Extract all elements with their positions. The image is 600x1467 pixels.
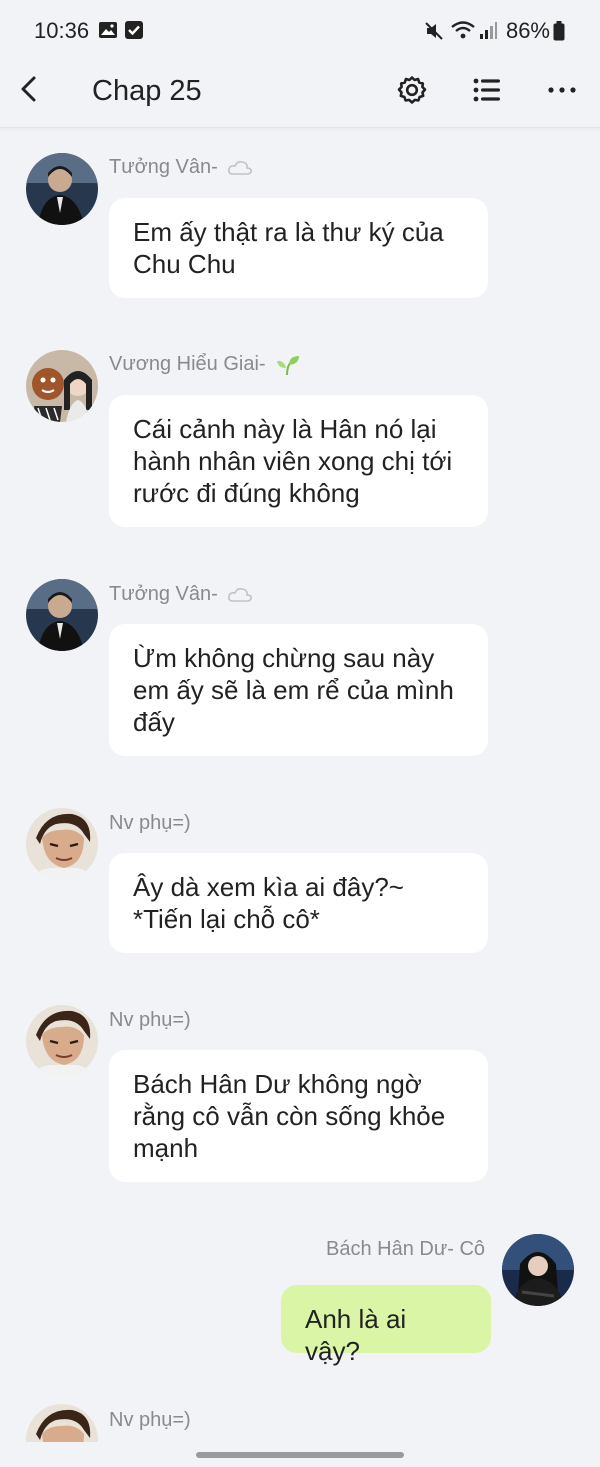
- message-line: em ấy sẽ là em rể của mình: [133, 675, 454, 705]
- sprout-icon: [277, 355, 300, 375]
- message-line: Bách Hân Dư không ngờ: [133, 1069, 422, 1099]
- message-bubble[interactable]: Em ấy thật ra là thư ký của Chu Chu: [109, 198, 488, 298]
- sender-name: Tưởng Vân-: [109, 583, 218, 605]
- check-box-icon: [125, 21, 143, 39]
- home-indicator[interactable]: [196, 1452, 404, 1458]
- message-bubble[interactable]: Bách Hân Dư không ngờ rằng cô vẫn còn số…: [109, 1050, 488, 1182]
- message-bubble[interactable]: Ừm không chừng sau này em ấy sẽ là em rể…: [109, 624, 488, 756]
- signal-icon: [480, 22, 497, 39]
- sender-row: Vương Hiểu Giai-: [109, 353, 301, 376]
- chapter-list-button[interactable]: [469, 72, 505, 108]
- sender-row: Nv phụ=): [109, 812, 191, 835]
- avatar[interactable]: [26, 579, 98, 651]
- message-bubble-mine[interactable]: Anh là ai vậy?: [281, 1285, 491, 1366]
- cloud-icon: [228, 160, 253, 175]
- status-time: 10:36: [34, 18, 90, 43]
- avatar[interactable]: [26, 808, 98, 880]
- message-bubble[interactable]: Ây dà xem kìa ai đây?~ *Tiến lại chỗ cô*: [109, 853, 488, 953]
- message-line: Ây dà xem kìa ai đây?~: [133, 872, 404, 902]
- image-icon: [99, 22, 117, 38]
- sender-row: Nv phụ=): [109, 1009, 191, 1032]
- status-bar: 10:36 86%: [0, 0, 600, 62]
- message-line: Ừm không chừng sau này: [133, 643, 435, 673]
- more-icon: [548, 87, 576, 93]
- sender-row: Tưởng Vân-: [109, 156, 253, 179]
- sender-row: Tưởng Vân-: [109, 583, 253, 606]
- back-button[interactable]: [14, 74, 44, 104]
- page-title: Chap 25: [92, 75, 202, 107]
- sender-row: Bách Hân Dư- Cô: [326, 1238, 485, 1261]
- mute-icon: [425, 22, 443, 40]
- message-line: rằng cô vẫn còn sống khỏe: [133, 1101, 446, 1131]
- avatar-image: [26, 350, 98, 422]
- message-line: mạnh: [133, 1133, 199, 1163]
- message-line: Anh là ai vậy?: [305, 1304, 407, 1366]
- avatar-image: [26, 153, 98, 225]
- cloud-icon: [228, 587, 253, 602]
- sender-name: Tưởng Vân-: [109, 156, 218, 178]
- avatar[interactable]: [26, 350, 98, 422]
- message-line: *Tiến lại chỗ cô*: [133, 904, 320, 934]
- avatar[interactable]: [26, 1005, 98, 1077]
- back-icon: [21, 76, 36, 102]
- app-header: Chap 25: [0, 62, 600, 128]
- sender-name: Nv phụ=): [109, 1409, 191, 1431]
- avatar[interactable]: [502, 1234, 574, 1306]
- sender-row: Nv phụ=): [109, 1409, 191, 1432]
- sender-name: Nv phụ=): [109, 812, 191, 834]
- sender-name: Bách Hân Dư- Cô: [326, 1238, 486, 1260]
- message-line: Cái cảnh này là Hân nó lại: [133, 414, 437, 444]
- settings-button[interactable]: [394, 72, 430, 108]
- message-line: Em ấy thật ra là thư ký của: [133, 217, 444, 247]
- avatar-image: [26, 1005, 98, 1077]
- avatar-image: [26, 579, 98, 651]
- wifi-icon: [451, 21, 475, 39]
- list-icon: [473, 78, 500, 102]
- message-line: đấy: [133, 707, 175, 737]
- avatar-image: [26, 808, 98, 880]
- more-options-button[interactable]: [544, 72, 580, 108]
- settings-icon: [397, 76, 427, 104]
- message-line: Chu Chu: [133, 249, 236, 279]
- message-line: hành nhân viên xong chị tới: [133, 446, 453, 476]
- message-line: rước đi đúng không: [133, 478, 360, 508]
- battery-percent: 86%: [505, 18, 550, 43]
- avatar[interactable]: [26, 153, 98, 225]
- message-bubble[interactable]: Cái cảnh này là Hân nó lại hành nhân viê…: [109, 395, 488, 527]
- sender-name: Nv phụ=): [109, 1009, 191, 1031]
- battery-icon: [553, 21, 565, 41]
- sender-name: Vương Hiểu Giai-: [109, 353, 266, 375]
- avatar-image: [502, 1234, 574, 1306]
